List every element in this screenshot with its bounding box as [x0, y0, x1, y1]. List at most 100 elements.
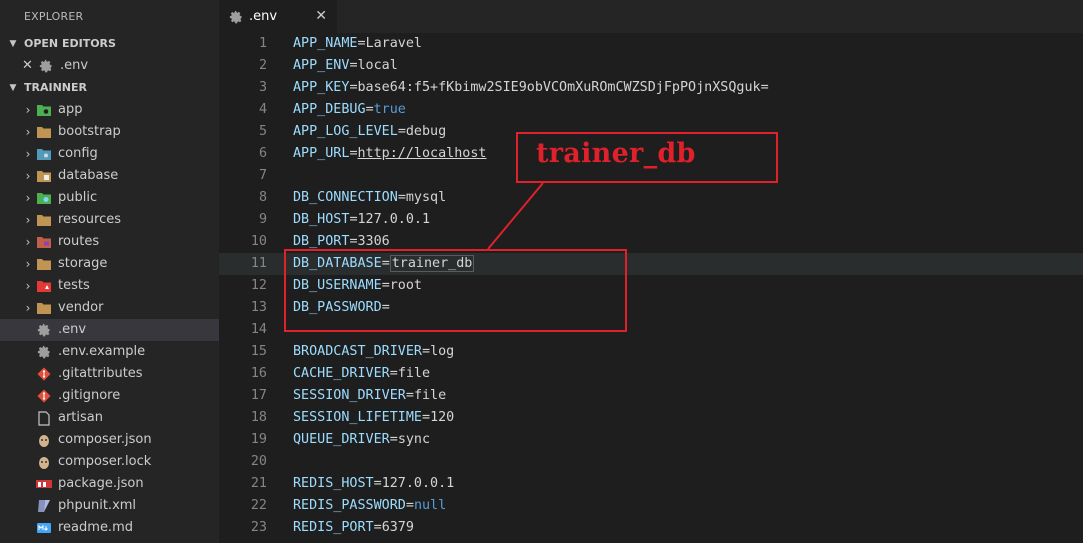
code-line[interactable]: 19 QUEUE_DRIVER=sync [219, 429, 1083, 451]
env-key: APP_LOG_LEVEL [293, 124, 398, 139]
tree-item-label: composer.json [58, 432, 152, 447]
tree-file-dot-gitattributes[interactable]: .gitattributes [0, 363, 219, 385]
code-line[interactable]: 9 DB_HOST=127.0.0.1 [219, 209, 1083, 231]
code-line[interactable]: 8 DB_CONNECTION=mysql [219, 187, 1083, 209]
code-line[interactable]: 3 APP_KEY=base64:f5+fKbimw2SIE9obVCOmXuRO… [219, 77, 1083, 99]
tree-item-label: .gitattributes [58, 366, 143, 381]
code-line[interactable]: 23 REDIS_PORT=6379 [219, 517, 1083, 539]
line-number: 12 [250, 278, 267, 293]
env-value: http://localhost [357, 146, 487, 161]
env-equals: = [357, 36, 366, 51]
folder-icon [36, 256, 52, 272]
tree-folder-bootstrap[interactable]: › bootstrap [0, 121, 219, 143]
code-line[interactable]: 1 APP_NAME=Laravel [219, 33, 1083, 55]
chevron-right-icon: › [25, 301, 31, 315]
composer-icon [36, 454, 52, 470]
tree-item-label: .gitignore [58, 388, 121, 403]
code-content: SESSION_LIFETIME=120 [293, 407, 454, 429]
tree-file-phpunit-xml[interactable]: phpunit.xml [0, 495, 219, 517]
tree-file-artisan[interactable]: artisan [0, 407, 219, 429]
tree-folder-database[interactable]: › database [0, 165, 219, 187]
open-editors-label: OPEN EDITORS [24, 37, 116, 50]
tree-folder-app[interactable]: › app [0, 99, 219, 121]
code-content: APP_DEBUG=true [293, 99, 406, 121]
env-value: local [357, 58, 398, 73]
code-content: APP_LOG_LEVEL=debug [293, 121, 446, 143]
line-number: 14 [250, 322, 267, 337]
tree-folder-config[interactable]: › config [0, 143, 219, 165]
env-key: DB_CONNECTION [293, 190, 398, 205]
code-line[interactable]: 18 SESSION_LIFETIME=120 [219, 407, 1083, 429]
tree-file-dot-env[interactable]: .env [0, 319, 219, 341]
explorer-sidebar: EXPLORER ▼ OPEN EDITORS ✕ .env ▼ TRAINNE… [0, 0, 219, 543]
tree-folder-public[interactable]: › public [0, 187, 219, 209]
env-key: CACHE_DRIVER [293, 366, 390, 381]
code-content: APP_ENV=local [293, 55, 398, 77]
tab-label: .env [249, 9, 278, 24]
tree-file-package-json[interactable]: package.json [0, 473, 219, 495]
env-equals: = [349, 80, 358, 95]
line-number: 3 [258, 80, 267, 95]
chevron-right-icon: › [25, 125, 31, 139]
env-value: 127.0.0.1 [357, 212, 431, 227]
line-number: 8 [258, 190, 267, 205]
tab-env[interactable]: .env ✕ [219, 0, 337, 33]
line-number: 1 [258, 36, 267, 51]
tree-item-label: tests [58, 278, 90, 293]
gear-icon [36, 344, 52, 360]
chevron-right-icon: › [25, 235, 31, 249]
tree-item-label: phpunit.xml [58, 498, 137, 513]
code-line[interactable]: 17 SESSION_DRIVER=file [219, 385, 1083, 407]
close-icon[interactable]: ✕ [22, 55, 36, 77]
code-line[interactable]: 21 REDIS_HOST=127.0.0.1 [219, 473, 1083, 495]
tree-folder-vendor[interactable]: › vendor [0, 297, 219, 319]
folder-config-icon [36, 146, 52, 162]
tree-folder-storage[interactable]: › storage [0, 253, 219, 275]
code-line[interactable]: 2 APP_ENV=local [219, 55, 1083, 77]
tree-folder-routes[interactable]: › routes [0, 231, 219, 253]
line-number: 17 [250, 388, 267, 403]
tree-file-dot-gitignore[interactable]: .gitignore [0, 385, 219, 407]
env-key: APP_NAME [293, 36, 358, 51]
tree-file-composer-lock[interactable]: composer.lock [0, 451, 219, 473]
code-line[interactable]: 20 [219, 451, 1083, 473]
annotation-highlight-box [284, 249, 627, 332]
code-line[interactable]: 16 CACHE_DRIVER=file [219, 363, 1083, 385]
git-icon [36, 388, 52, 404]
annotation-label: trainer_db [536, 138, 696, 169]
tree-item-label: artisan [58, 410, 103, 425]
tree-item-label: package.json [58, 476, 144, 491]
folder-routes-icon [36, 234, 52, 250]
env-value: Laravel [365, 36, 422, 51]
project-header[interactable]: ▼ TRAINNER [0, 77, 219, 99]
env-equals: = [405, 498, 414, 513]
tree-folder-resources[interactable]: › resources [0, 209, 219, 231]
line-number: 19 [250, 432, 267, 447]
tree-file-readme-md[interactable]: readme.md [0, 517, 219, 539]
gear-icon [36, 322, 52, 338]
code-line[interactable]: 4 APP_DEBUG=true [219, 99, 1083, 121]
composer-icon [36, 432, 52, 448]
env-equals: = [365, 102, 374, 117]
tree-file-dot-env-example[interactable]: .env.example [0, 341, 219, 363]
env-value: null [413, 498, 447, 513]
env-key: REDIS_PASSWORD [293, 498, 406, 513]
tree-file-composer-json[interactable]: composer.json [0, 429, 219, 451]
tree-folder-tests[interactable]: › tests [0, 275, 219, 297]
env-value: 3306 [357, 234, 390, 249]
code-line[interactable]: 15 BROADCAST_DRIVER=log [219, 341, 1083, 363]
tree-item-label: config [58, 146, 98, 161]
env-equals: = [349, 212, 358, 227]
open-editors-header[interactable]: ▼ OPEN EDITORS [0, 33, 219, 55]
code-line[interactable]: 22 REDIS_PASSWORD=null [219, 495, 1083, 517]
chevron-down-icon: ▼ [9, 83, 17, 93]
env-key: REDIS_PORT [293, 520, 374, 535]
gear-icon [38, 58, 54, 74]
tree-item-label: database [58, 168, 119, 183]
line-number: 16 [250, 366, 267, 381]
close-icon[interactable]: ✕ [315, 8, 327, 24]
code-content: SESSION_DRIVER=file [293, 385, 446, 407]
code-content: DB_CONNECTION=mysql [293, 187, 446, 209]
open-editor-item-env[interactable]: ✕ .env [0, 55, 219, 77]
env-key: QUEUE_DRIVER [293, 432, 390, 447]
